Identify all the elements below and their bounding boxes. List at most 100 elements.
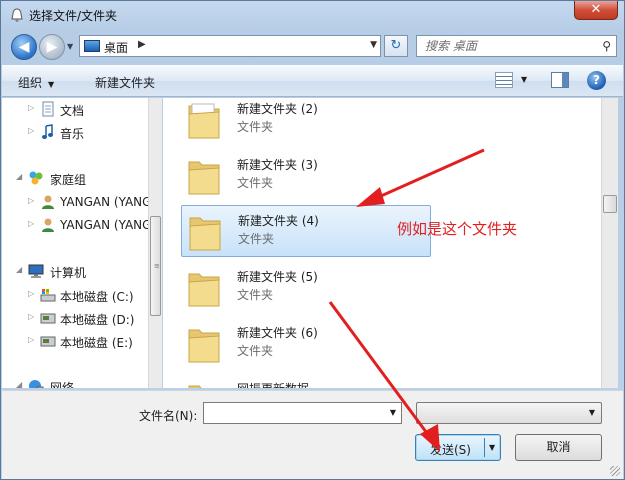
refresh-button[interactable]: ↻	[384, 35, 408, 57]
address-chevron-icon[interactable]: ▶	[138, 39, 146, 50]
expand-arrow-icon[interactable]: ▷	[28, 219, 34, 228]
navigation-pane: ▷ 文档 ▷ 音乐 ◢ 家庭组 ▷ YANGAN (YANGAN ▷ YANGA…	[2, 98, 162, 388]
chevron-down-icon[interactable]: ▼	[589, 408, 595, 417]
expand-arrow-icon[interactable]: ◢	[16, 265, 22, 274]
file-list-item[interactable]: 新建文件夹 (3) 文件夹	[181, 150, 431, 202]
user-icon	[42, 195, 54, 209]
search-icon[interactable]: ⚲	[602, 39, 611, 53]
folder-name: 新建文件夹 (2)	[237, 102, 318, 116]
search-input[interactable]	[425, 37, 595, 55]
scrollbar-thumb[interactable]	[603, 195, 617, 213]
preview-pane-icon[interactable]	[551, 72, 569, 88]
recent-pages-dropdown-icon[interactable]: ▼	[67, 42, 73, 51]
folder-type: 文件夹	[237, 288, 274, 302]
filename-combobox[interactable]: ▼	[203, 402, 402, 424]
close-icon: ✕	[590, 2, 602, 17]
organize-menu-button[interactable]: 组织 ▼	[18, 74, 54, 91]
dialog-footer: 文件名(N): ▼ ▼ 发送(S) ▼ 取消	[2, 390, 623, 479]
file-list-scrollbar[interactable]	[601, 98, 618, 388]
new-folder-button[interactable]: 新建文件夹	[95, 74, 155, 91]
view-options-icon[interactable]	[495, 72, 513, 88]
back-button[interactable]: ◀	[11, 34, 37, 60]
help-button[interactable]: ?	[587, 71, 606, 90]
folder-type: 文件夹	[237, 176, 274, 190]
filename-input[interactable]	[208, 404, 378, 422]
drive-icon	[40, 313, 56, 324]
nav-item-music[interactable]: ▷ 音乐	[2, 122, 148, 142]
chevron-down-icon[interactable]: ▼	[390, 408, 396, 417]
file-dialog-window: 选择文件/文件夹 ✕ ◀ ▶ ▼ 桌面 ▶ ▼ ↻ ⚲ 组织 ▼ 新建文件夹 ▼ …	[0, 0, 625, 480]
file-list-item[interactable]: 新建文件夹 (2) 文件夹	[181, 98, 431, 146]
window-title: 选择文件/文件夹	[29, 9, 118, 23]
expand-arrow-icon[interactable]: ▷	[28, 335, 34, 344]
navigation-bar: ◀ ▶ ▼ 桌面 ▶ ▼ ↻ ⚲	[1, 31, 624, 63]
computer-icon	[28, 264, 44, 278]
address-dropdown-icon[interactable]: ▼	[370, 40, 377, 50]
expand-arrow-icon[interactable]: ◢	[16, 172, 22, 181]
nav-item-network[interactable]: ◢ 网络	[2, 376, 148, 388]
nav-item-drive-c[interactable]: ▷ 本地磁盘 (C:)	[2, 285, 148, 305]
file-list-item[interactable]: 新建文件夹 (5) 文件夹	[181, 262, 431, 314]
send-button-label: 发送(S)	[430, 443, 471, 457]
send-button[interactable]: 发送(S) ▼	[415, 434, 501, 461]
organize-label: 组织	[18, 76, 43, 90]
command-toolbar: 组织 ▼ 新建文件夹 ▼ ?	[2, 65, 623, 97]
nav-item-label: 计算机	[50, 266, 87, 280]
folder-name: 新建文件夹 (4)	[238, 214, 319, 228]
nav-item-user-1[interactable]: ▷ YANGAN (YANGAN	[2, 192, 148, 212]
nav-item-computer[interactable]: ◢ 计算机	[2, 261, 148, 281]
search-box[interactable]: ⚲	[416, 35, 617, 57]
nav-item-documents[interactable]: ▷ 文档	[2, 99, 148, 119]
nav-item-drive-d[interactable]: ▷ 本地磁盘 (D:)	[2, 308, 148, 328]
expand-arrow-icon[interactable]: ▷	[28, 312, 34, 321]
nav-item-label: YANGAN (YANGAN	[60, 195, 148, 209]
nav-item-drive-e[interactable]: ▷ 本地磁盘 (E:)	[2, 331, 148, 351]
annotation-text: 例如是这个文件夹	[397, 220, 518, 238]
cancel-button[interactable]: 取消	[515, 434, 602, 461]
address-desktop[interactable]: 桌面	[104, 39, 128, 56]
folder-name: 新建文件夹 (5)	[237, 270, 318, 284]
folder-icon	[188, 273, 220, 307]
user-icon	[42, 218, 54, 232]
music-icon	[42, 124, 53, 139]
drive-c-icon	[40, 289, 56, 302]
expand-arrow-icon[interactable]: ▷	[28, 103, 34, 112]
close-button[interactable]: ✕	[574, 1, 618, 20]
network-icon	[29, 380, 44, 388]
forward-button[interactable]: ▶	[39, 34, 65, 60]
file-list-item[interactable]: 网振更新数据	[181, 374, 431, 388]
scrollbar-thumb[interactable]: ≡	[150, 216, 161, 316]
chevron-down-icon[interactable]: ▼	[489, 443, 495, 452]
homegroup-icon	[29, 171, 43, 185]
address-bar[interactable]: 桌面 ▶ ▼	[79, 35, 381, 57]
file-list-item[interactable]: 新建文件夹 (6) 文件夹	[181, 318, 431, 370]
folder-name: 网振更新数据	[237, 380, 309, 388]
file-list: 新建文件夹 (2) 文件夹 新建文件夹 (3) 文件夹 新建文件夹 (4) 文件…	[163, 98, 601, 388]
title-bar[interactable]: 选择文件/文件夹 ✕	[1, 1, 624, 29]
folder-name: 新建文件夹 (3)	[237, 158, 318, 172]
expand-arrow-icon[interactable]: ▷	[28, 126, 34, 135]
navigation-scrollbar[interactable]: ≡	[148, 98, 162, 388]
nav-item-user-2[interactable]: ▷ YANGAN (YANGAN	[2, 215, 148, 235]
nav-item-label: 音乐	[60, 127, 85, 141]
expand-arrow-icon[interactable]: ◢	[16, 380, 22, 388]
view-dropdown-icon[interactable]: ▼	[521, 75, 527, 84]
folder-icon	[188, 161, 220, 195]
file-list-item-selected[interactable]: 新建文件夹 (4) 文件夹	[181, 205, 431, 257]
folder-type: 文件夹	[238, 232, 275, 246]
filename-label: 文件名(N):	[139, 409, 198, 423]
nav-item-label: 本地磁盘 (E:)	[60, 336, 133, 350]
nav-item-homegroup[interactable]: ◢ 家庭组	[2, 168, 148, 188]
resize-grip-icon[interactable]	[610, 466, 620, 476]
expand-arrow-icon[interactable]: ▷	[28, 196, 34, 205]
nav-item-label: YANGAN (YANGAN	[60, 218, 148, 232]
nav-item-label: 家庭组	[50, 173, 87, 187]
nav-item-label: 本地磁盘 (D:)	[60, 313, 135, 327]
folder-icon	[188, 385, 202, 388]
file-type-select[interactable]: ▼	[416, 402, 602, 424]
document-icon	[42, 101, 54, 117]
expand-arrow-icon[interactable]: ▷	[28, 289, 34, 298]
dialog-icon	[11, 8, 23, 22]
forward-arrow-icon: ▶	[46, 39, 58, 55]
grip-icon: ≡	[154, 262, 160, 270]
